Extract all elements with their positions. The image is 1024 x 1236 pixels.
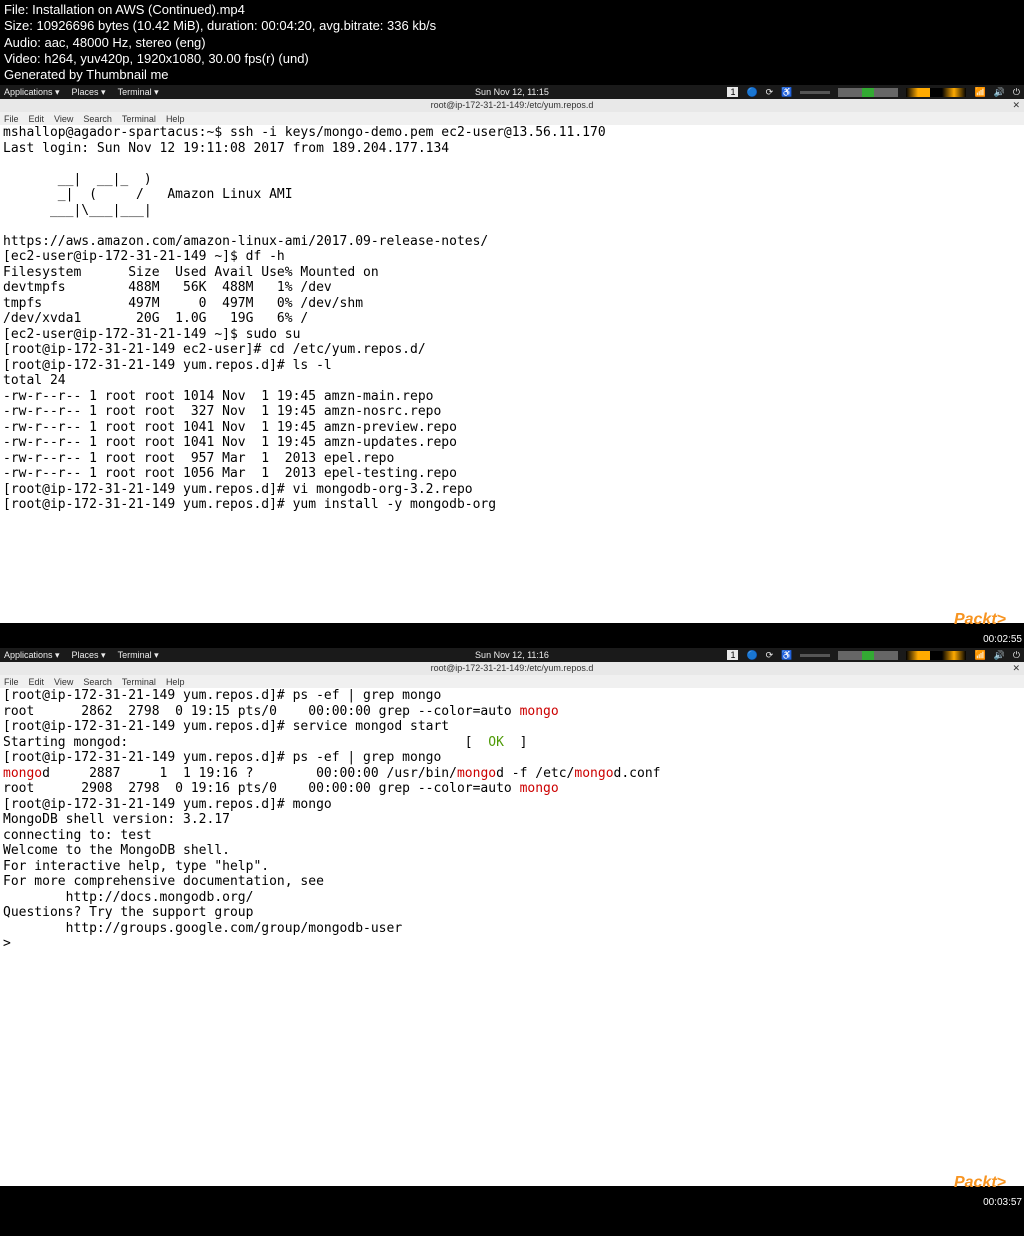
places-menu[interactable]: Places ▾ (72, 650, 106, 661)
timestamp-2: 00:03:57 (983, 1197, 1022, 1208)
accessibility-icon[interactable]: ♿ (781, 87, 792, 98)
menu-help[interactable]: Help (166, 114, 185, 124)
disk-indicator (800, 91, 830, 94)
window-close-button[interactable]: ✕ (1012, 99, 1020, 112)
applications-menu[interactable]: Applications ▾ (4, 650, 60, 661)
window-close-button[interactable]: ✕ (1012, 662, 1020, 675)
window-title: root@ip-172-31-21-149:/etc/yum.repos.d (431, 100, 594, 110)
screenshot-1: Applications ▾ Places ▾ Terminal ▾ Sun N… (0, 85, 1024, 645)
timestamp-1: 00:02:55 (983, 634, 1022, 645)
menu-search[interactable]: Search (83, 114, 112, 124)
power-icon[interactable]: ⏻ (1013, 650, 1020, 661)
cpu-graph (838, 88, 898, 97)
menu-terminal[interactable]: Terminal (122, 114, 156, 124)
menu-help[interactable]: Help (166, 677, 185, 687)
menu-edit[interactable]: Edit (29, 677, 45, 687)
terminal-menu[interactable]: Terminal ▾ (118, 650, 159, 661)
file-size-line: Size: 10926696 bytes (10.42 MiB), durati… (4, 18, 1020, 34)
file-generated-line: Generated by Thumbnail me (4, 67, 1020, 83)
accessibility-icon[interactable]: ♿ (781, 650, 792, 661)
cpu-graph (838, 651, 898, 660)
window-title: root@ip-172-31-21-149:/etc/yum.repos.d (431, 663, 594, 673)
activity-graph (906, 651, 966, 660)
workspace-indicator[interactable]: 1 (727, 650, 738, 660)
file-audio-line: Audio: aac, 48000 Hz, stereo (eng) (4, 35, 1020, 51)
window-title-bar: root@ip-172-31-21-149:/etc/yum.repos.d ✕ (0, 99, 1024, 112)
bluetooth-icon[interactable]: 🔵 (746, 650, 757, 661)
file-name-line: File: Installation on AWS (Continued).mp… (4, 2, 1020, 18)
volume-icon[interactable]: 🔊 (994, 650, 1005, 661)
terminal-output-1[interactable]: mshallop@agador-spartacus:~$ ssh -i keys… (0, 125, 1024, 623)
terminal-output-2[interactable]: [root@ip-172-31-21-149 yum.repos.d]# ps … (0, 688, 1024, 1186)
workspace-indicator[interactable]: 1 (727, 87, 738, 97)
window-title-bar: root@ip-172-31-21-149:/etc/yum.repos.d ✕ (0, 662, 1024, 675)
menu-file[interactable]: File (4, 677, 19, 687)
menu-view[interactable]: View (54, 114, 73, 124)
menu-view[interactable]: View (54, 677, 73, 687)
file-info-block: File: Installation on AWS (Continued).mp… (0, 0, 1024, 85)
activity-graph (906, 88, 966, 97)
gnome-top-bar: Applications ▾ Places ▾ Terminal ▾ Sun N… (0, 648, 1024, 662)
clock[interactable]: Sun Nov 12, 11:15 (475, 87, 549, 97)
terminal-menu-bar: File Edit View Search Terminal Help (0, 112, 1024, 125)
places-menu[interactable]: Places ▾ (72, 87, 106, 98)
file-video-line: Video: h264, yuv420p, 1920x1080, 30.00 f… (4, 51, 1020, 67)
packt-logo: Packt> (954, 611, 1006, 629)
network-icon[interactable]: 📶 (974, 87, 985, 98)
clock[interactable]: Sun Nov 12, 11:16 (475, 650, 549, 660)
menu-file[interactable]: File (4, 114, 19, 124)
gnome-top-bar: Applications ▾ Places ▾ Terminal ▾ Sun N… (0, 85, 1024, 99)
menu-terminal[interactable]: Terminal (122, 677, 156, 687)
screenshot-2: Applications ▾ Places ▾ Terminal ▾ Sun N… (0, 648, 1024, 1208)
network-icon[interactable]: 📶 (974, 650, 985, 661)
power-icon[interactable]: ⏻ (1013, 87, 1020, 98)
bluetooth-icon[interactable]: 🔵 (746, 87, 757, 98)
updates-icon[interactable]: ⟳ (766, 87, 774, 98)
menu-edit[interactable]: Edit (29, 114, 45, 124)
disk-indicator (800, 654, 830, 657)
volume-icon[interactable]: 🔊 (994, 87, 1005, 98)
applications-menu[interactable]: Applications ▾ (4, 87, 60, 98)
menu-search[interactable]: Search (83, 677, 112, 687)
updates-icon[interactable]: ⟳ (766, 650, 774, 661)
terminal-menu[interactable]: Terminal ▾ (118, 87, 159, 98)
terminal-menu-bar: File Edit View Search Terminal Help (0, 675, 1024, 688)
packt-logo: Packt> (954, 1174, 1006, 1192)
